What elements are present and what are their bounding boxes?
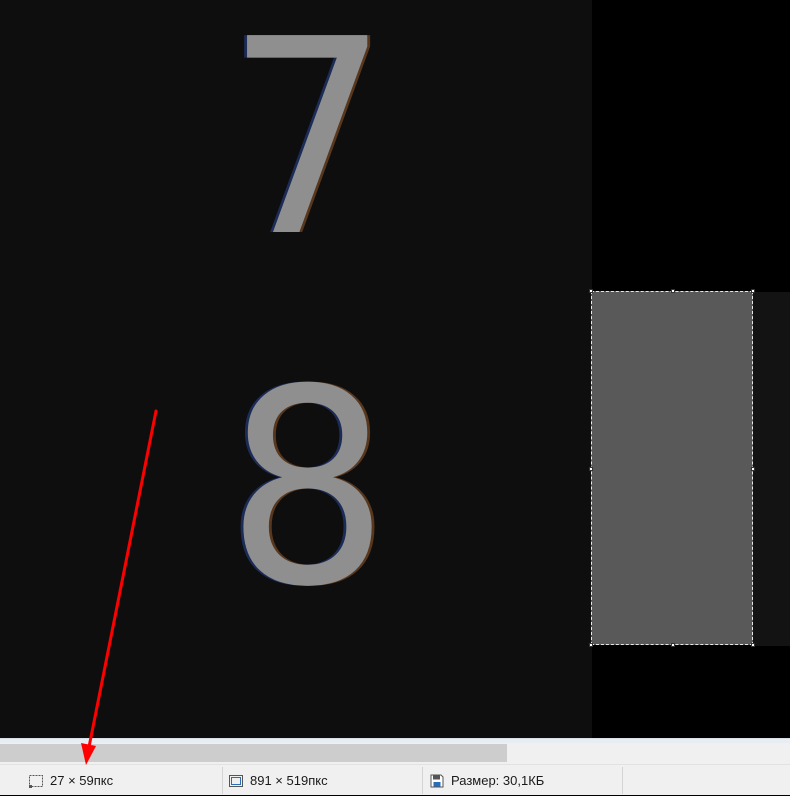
- status-divider: [222, 767, 223, 794]
- selection-handle-top-middle[interactable]: [671, 289, 675, 293]
- selection-handle-top-left[interactable]: [589, 289, 593, 293]
- status-divider: [622, 767, 623, 794]
- selection-handle-middle-right[interactable]: [751, 467, 755, 471]
- selection-icon: [29, 774, 43, 788]
- status-selection-size: 27 × 59пкс: [28, 765, 113, 796]
- selection-handle-top-right[interactable]: [751, 289, 755, 293]
- digit-eight: 8: [226, 331, 390, 646]
- image-size-text: 891 × 519пкс: [250, 773, 328, 788]
- selection-rectangle[interactable]: [589, 289, 755, 647]
- floppy-disk-icon: [430, 774, 444, 787]
- horizontal-scrollbar-thumb[interactable]: [0, 744, 507, 762]
- selection-handle-bottom-right[interactable]: [751, 643, 755, 647]
- image-size-icon: [229, 774, 243, 787]
- selection-size-text: 27 × 59пкс: [50, 773, 114, 788]
- status-bar: 27 × 59пкс 891 × 519пкс Размер: 30,1КБ: [0, 764, 790, 795]
- selection-handle-bottom-left[interactable]: [589, 643, 593, 647]
- status-file-size: Размер: 30,1КБ: [429, 765, 544, 796]
- selection-handle-bottom-middle[interactable]: [671, 643, 675, 647]
- digit-seven: 7: [226, 0, 390, 296]
- selection-handle-middle-left[interactable]: [589, 467, 593, 471]
- image-panel[interactable]: 7 8: [0, 0, 592, 738]
- file-size-text: Размер: 30,1КБ: [451, 773, 545, 788]
- status-image-size: 891 × 519пкс: [228, 765, 328, 796]
- image-edge-strip: [753, 292, 790, 646]
- horizontal-scrollbar[interactable]: [0, 738, 790, 764]
- canvas-area[interactable]: 7 8: [0, 0, 790, 738]
- status-divider: [422, 767, 423, 794]
- scrollbar-track-edge: [0, 739, 790, 743]
